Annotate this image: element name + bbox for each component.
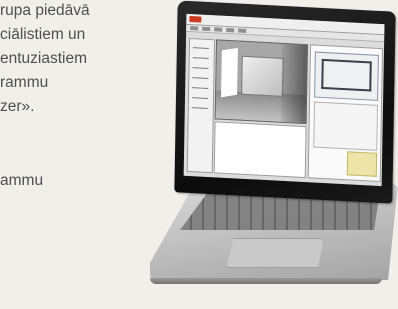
right-properties-panel (307, 44, 384, 183)
app-logo-icon (189, 15, 202, 23)
laptop-trackpad (226, 238, 324, 268)
panel-row (191, 97, 209, 99)
note-pad (346, 151, 378, 177)
floor-plan-view (314, 51, 379, 101)
tools-side-panel (186, 37, 216, 174)
room-window (221, 47, 239, 97)
panel-row (192, 57, 209, 59)
properties-box (313, 101, 379, 151)
room-shadow (280, 43, 308, 124)
3d-room-viewport (214, 39, 309, 125)
toolbar-button-icon (190, 26, 199, 31)
panel-row (192, 67, 209, 69)
panel-row (191, 107, 208, 109)
toolbar-button-icon (202, 26, 211, 32)
plan-wall (369, 61, 372, 92)
laptop-photo (0, 0, 398, 309)
panel-row (192, 47, 209, 50)
plan-wall (321, 86, 372, 92)
laptop-lid (174, 0, 396, 204)
toolbar-button-icon (214, 27, 223, 32)
toolbar-button-icon (238, 28, 247, 33)
panel-row (192, 77, 209, 79)
bottom-panel (213, 121, 307, 179)
panel-row (192, 87, 209, 89)
plan-wall (321, 58, 324, 90)
toolbar-button-icon (226, 27, 235, 33)
laptop-screen (183, 13, 385, 187)
room-back-wall (241, 55, 284, 98)
plan-wall (321, 58, 372, 64)
laptop-base-edge (150, 278, 382, 284)
